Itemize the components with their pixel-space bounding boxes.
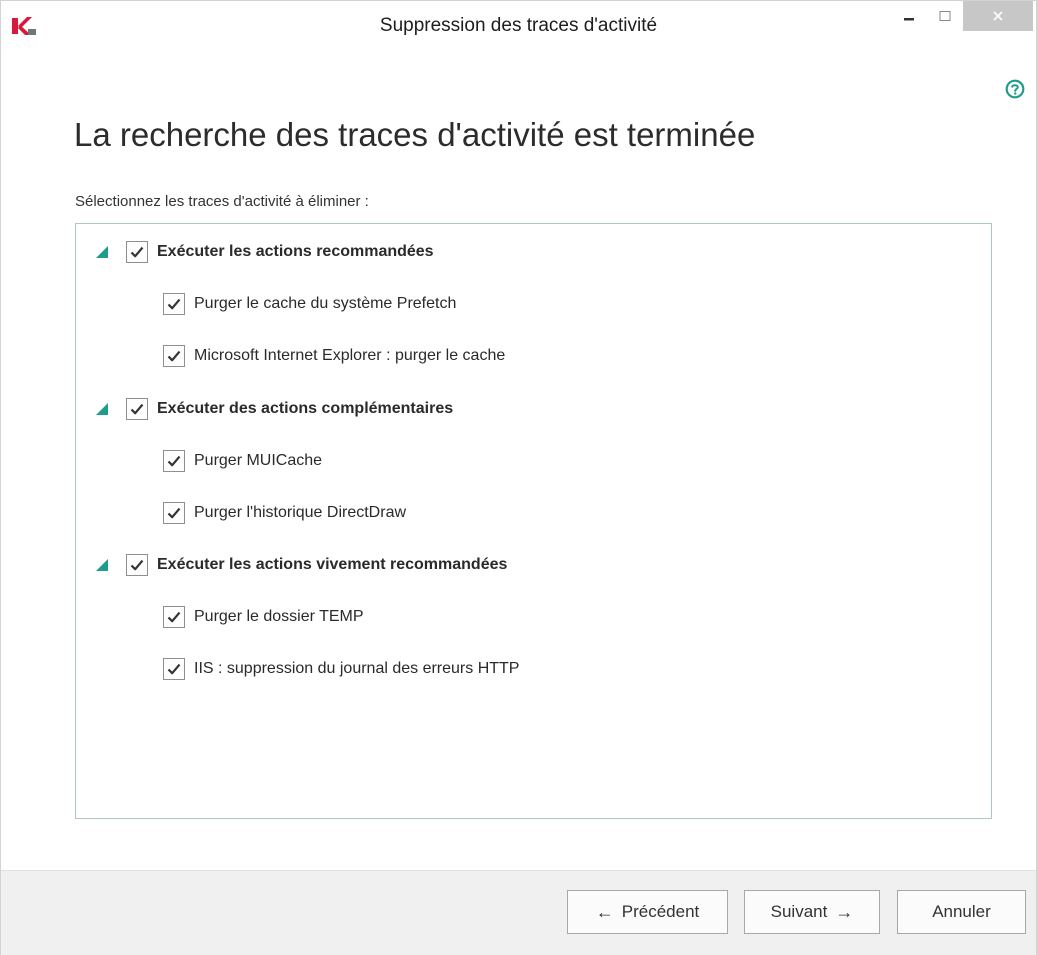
maximize-icon [939, 11, 951, 21]
maximize-button[interactable] [927, 1, 963, 31]
group-label: Exécuter des actions complémentaires [157, 400, 454, 417]
checkmark-icon [130, 246, 144, 258]
checkmark-icon [167, 455, 181, 467]
item-checkbox[interactable] [163, 345, 185, 367]
item-checkbox[interactable] [163, 293, 185, 315]
group-label: Exécuter les actions recommandées [157, 243, 434, 260]
previous-button[interactable]: ← Précédent [567, 890, 728, 934]
item-checkbox[interactable] [163, 658, 185, 680]
cancel-button[interactable]: Annuler [897, 890, 1026, 934]
expand-triangle-icon[interactable] [94, 557, 110, 573]
list-item[interactable]: Purger le cache du système Prefetch [163, 291, 456, 317]
list-item[interactable]: Purger l'historique DirectDraw [163, 500, 406, 526]
checkmark-icon [167, 507, 181, 519]
item-checkbox[interactable] [163, 606, 185, 628]
list-item[interactable]: IIS : suppression du journal des erreurs… [163, 656, 519, 682]
checkmark-icon [130, 403, 144, 415]
list-item[interactable]: Microsoft Internet Explorer : purger le … [163, 343, 505, 369]
close-icon [993, 11, 1003, 21]
item-label: IIS : suppression du journal des erreurs… [194, 660, 520, 677]
title-bar[interactable]: Suppression des traces d'activité [1, 1, 1036, 47]
arrow-left-icon: ← [595, 901, 614, 922]
minimize-icon [904, 18, 914, 21]
cancel-button-label: Annuler [932, 902, 991, 921]
checkmark-icon [167, 298, 181, 310]
item-checkbox[interactable] [163, 450, 185, 472]
item-checkbox[interactable] [163, 502, 185, 524]
arrow-right-icon: → [835, 901, 854, 922]
next-button-label: Suivant [770, 902, 828, 921]
group-checkbox[interactable] [126, 554, 148, 576]
instruction-label: Sélectionnez les traces d'activité à éli… [75, 193, 369, 210]
checkmark-icon [167, 663, 181, 675]
expand-triangle-icon[interactable] [94, 244, 110, 260]
group-checkbox[interactable] [126, 398, 148, 420]
checkmark-icon [167, 611, 181, 623]
page-title: La recherche des traces d'activité est t… [74, 116, 756, 153]
next-button[interactable]: Suivant → [744, 890, 880, 934]
group-row[interactable]: Exécuter des actions complémentaires [94, 396, 453, 422]
window-title: Suppression des traces d'activité [379, 15, 658, 36]
group-row[interactable]: Exécuter les actions vivement recommandé… [94, 552, 507, 578]
close-button[interactable] [963, 1, 1033, 31]
list-item[interactable]: Purger MUICache [163, 448, 322, 474]
minimize-button[interactable] [891, 1, 927, 31]
checkmark-icon [167, 350, 181, 362]
group-checkbox[interactable] [126, 241, 148, 263]
item-label: Purger l'historique DirectDraw [194, 504, 407, 521]
expand-triangle-icon[interactable] [94, 401, 110, 417]
group-label: Exécuter les actions vivement recommandé… [157, 556, 508, 573]
item-label: Purger MUICache [194, 452, 323, 469]
help-circle-icon[interactable] [1005, 79, 1025, 99]
item-label: Purger le cache du système Prefetch [194, 295, 457, 312]
item-label: Microsoft Internet Explorer : purger le … [194, 347, 506, 364]
footer-bar: ← Précédent Suivant → Annuler [1, 870, 1036, 955]
checkmark-icon [130, 559, 144, 571]
app-window: Suppression des traces d'activité La rec… [0, 0, 1037, 955]
traces-tree-list[interactable]: Exécuter les actions recommandées Purger… [75, 223, 992, 819]
group-row[interactable]: Exécuter les actions recommandées [94, 239, 434, 265]
list-item[interactable]: Purger le dossier TEMP [163, 604, 364, 630]
previous-button-label: Précédent [621, 902, 700, 921]
item-label: Purger le dossier TEMP [194, 608, 364, 625]
